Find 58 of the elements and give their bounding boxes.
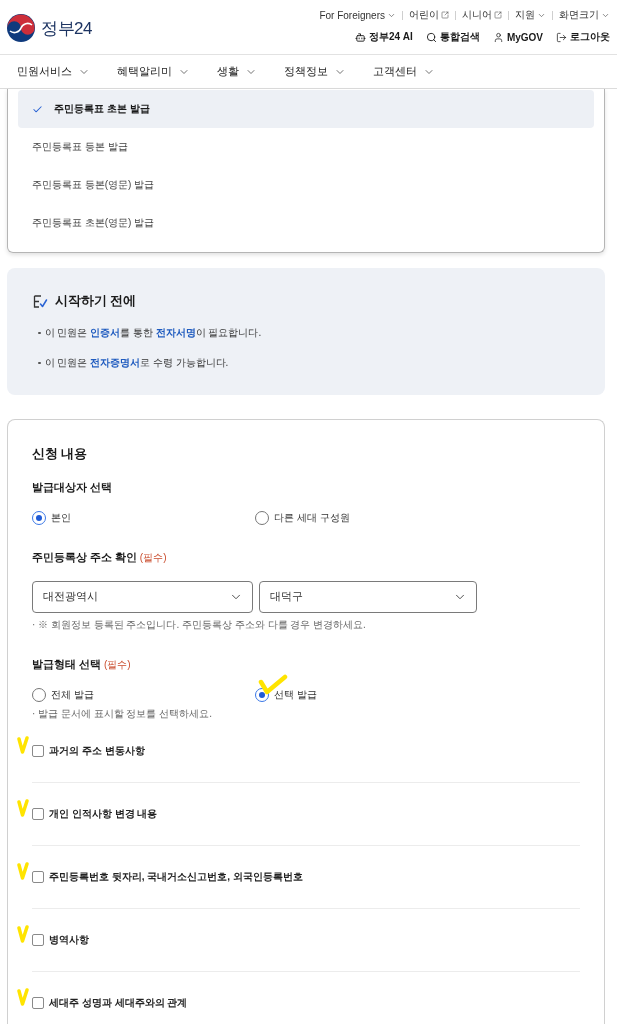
radio-option[interactable]: 전체 발급 (32, 688, 94, 702)
radio-option[interactable]: 선택 발급 (255, 688, 317, 702)
bullet-icon (38, 361, 41, 365)
radio-option[interactable]: 본인 (32, 511, 71, 525)
bullet-icon (38, 331, 41, 335)
checkbox-option[interactable]: 과거의 주소 변동사항 (32, 744, 145, 758)
checkbox-icon[interactable] (32, 871, 44, 883)
menu-option[interactable]: 주민등록표 등본(영문) 발급 (18, 166, 594, 204)
checkbox-option[interactable]: 병역사항 (32, 933, 89, 947)
checkbox-icon[interactable] (32, 745, 44, 757)
checkbox-icon[interactable] (32, 997, 44, 1009)
checkbox-icon[interactable] (32, 808, 44, 820)
header-action-link[interactable]: 통합검색 (425, 30, 480, 44)
section-label: 발급형태 선택 (필수) (32, 657, 132, 672)
robot-icon (354, 31, 366, 43)
external-link-icon (441, 11, 449, 19)
header-action-link[interactable]: 정부24 AI (354, 30, 413, 44)
dropdown-field[interactable]: 대전광역시 (32, 581, 253, 613)
nav-menu-item[interactable]: 혜택알리미 (117, 64, 190, 79)
utility-link[interactable]: 화면크기 (559, 8, 610, 22)
card-title: 신청 내용 (32, 446, 89, 463)
check-icon (32, 103, 43, 115)
logout-icon (556, 31, 567, 43)
checkbox-icon[interactable] (32, 934, 44, 946)
logo-icon (7, 14, 35, 42)
checkbox-option[interactable]: 주민등록번호 뒷자리, 국내거소신고번호, 외국인등록번호 (32, 870, 303, 884)
header-action-link[interactable]: MyGOV (492, 31, 543, 43)
radio-icon[interactable] (32, 688, 46, 702)
notice-text: 이 민원은 전자증명서로 수령 가능합니다. (44, 356, 229, 370)
menu-option[interactable]: 주민등록표 초본 발급 (18, 90, 594, 128)
menu-option[interactable]: 주민등록표 초본(영문) 발급 (18, 204, 594, 242)
hint-text: · 발급 문서에 표시할 정보를 선택하세요. (32, 707, 213, 720)
utility-link[interactable]: 어린이 (409, 8, 449, 22)
nav-menu-item[interactable]: 민원서비스 (17, 64, 90, 79)
section-label: 발급대상자 선택 (32, 480, 113, 495)
utility-link[interactable]: 지원 (515, 8, 546, 22)
section-label: 주민등록상 주소 확인 (필수) (32, 550, 168, 565)
dropdown-field[interactable]: 대덕구 (259, 581, 477, 613)
checklist-icon (33, 293, 48, 309)
radio-option[interactable]: 다른 세대 구성원 (255, 511, 350, 525)
hint-text: · ※ 회원정보 등록된 주소입니다. 주민등록상 주소와 다를 경우 변경하세요. (32, 618, 367, 631)
checkbox-option[interactable]: 세대주 성명과 세대주와의 관계 (32, 996, 188, 1010)
header-action-link[interactable]: 로그아웃 (556, 30, 610, 44)
utility-link[interactable]: 시니어 (462, 8, 502, 22)
notice-title: 시작하기 전에 (55, 292, 137, 310)
radio-icon[interactable] (32, 511, 46, 525)
utility-link[interactable]: For Foreigners (319, 9, 396, 21)
logo-text: 정부24 (41, 17, 92, 40)
search-icon (425, 31, 437, 43)
checkbox-option[interactable]: 개인 인적사항 변경 내용 (32, 807, 158, 821)
external-link-icon (494, 11, 502, 19)
nav-menu-item[interactable]: 정책정보 (284, 64, 346, 79)
nav-menu-item[interactable]: 생활 (217, 64, 257, 79)
menu-option[interactable]: 주민등록표 등본 발급 (18, 128, 594, 166)
nav-menu-item[interactable]: 고객센터 (373, 64, 435, 79)
user-icon (492, 31, 504, 43)
notice-text: 이 민원은 인증서를 통한 전자서명이 필요합니다. (44, 326, 262, 340)
radio-icon[interactable] (255, 511, 269, 525)
